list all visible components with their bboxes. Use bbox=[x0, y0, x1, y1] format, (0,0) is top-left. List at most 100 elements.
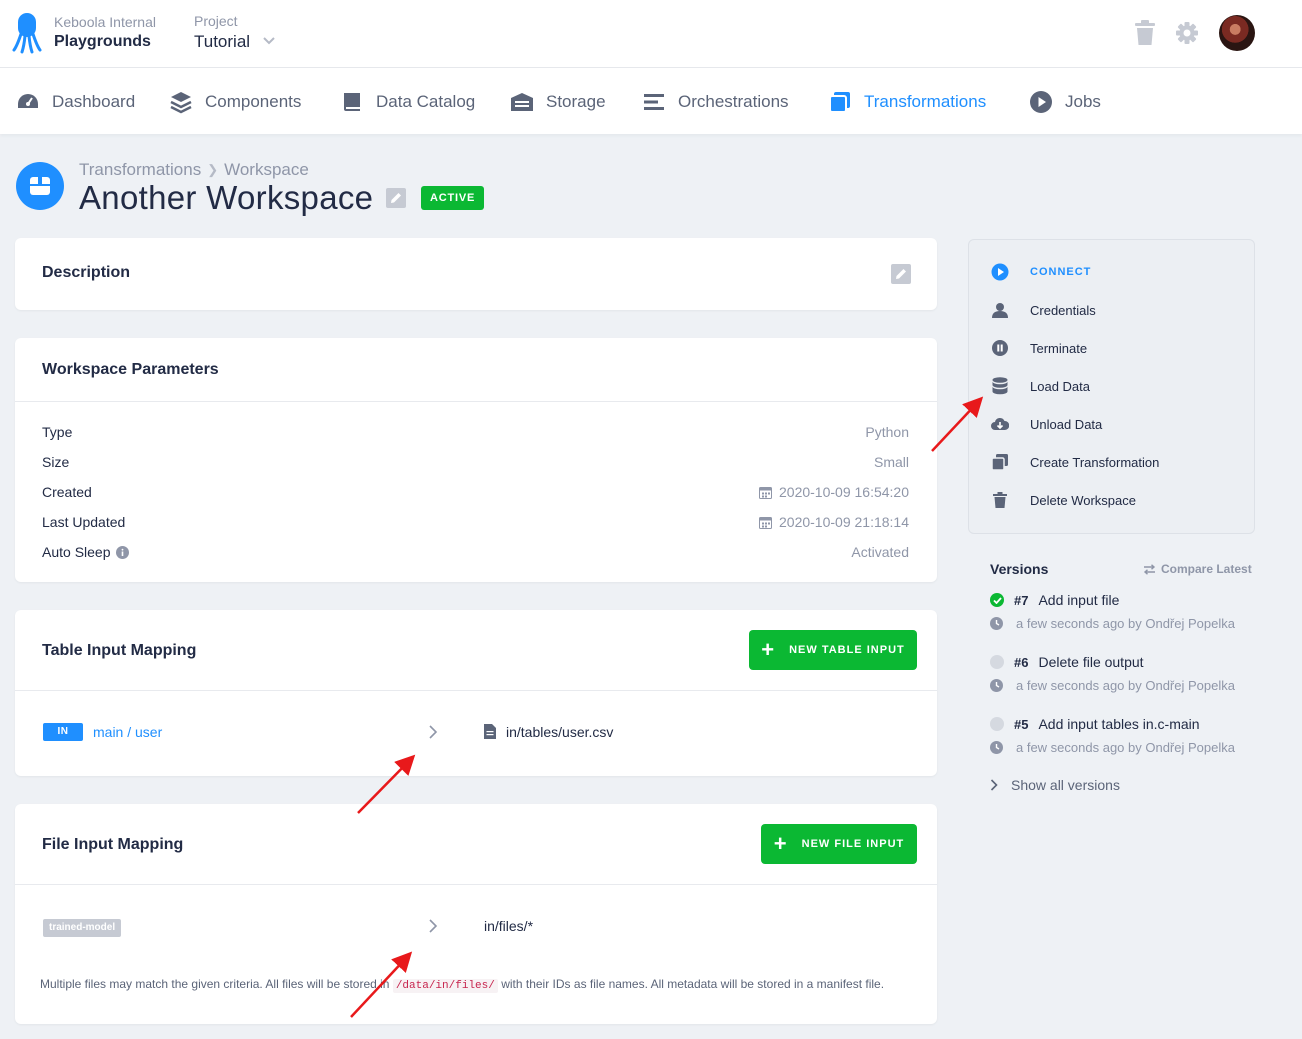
button-label: NEW TABLE INPUT bbox=[789, 644, 905, 656]
edit-icon[interactable] bbox=[891, 264, 911, 284]
cloud-download-icon bbox=[991, 415, 1009, 433]
load-data-button[interactable]: Load Data bbox=[991, 377, 1090, 395]
param-value-size: Small bbox=[874, 454, 909, 470]
project-name[interactable]: Tutorial bbox=[194, 32, 250, 52]
version-name: Add input file bbox=[1038, 592, 1120, 608]
help-text-part: Multiple files may match the given crite… bbox=[40, 977, 390, 991]
version-meta: a few seconds ago by Ondřej Popelka bbox=[990, 616, 1235, 631]
file-input-help-text: Multiple files may match the given crite… bbox=[40, 975, 900, 995]
workspace-icon bbox=[16, 162, 64, 210]
dashboard-icon bbox=[18, 94, 38, 108]
trash-icon[interactable] bbox=[1133, 20, 1157, 46]
organization-name[interactable]: Playgrounds bbox=[54, 33, 151, 51]
show-all-label: Show all versions bbox=[1011, 777, 1120, 793]
organization-label: Keboola Internal bbox=[54, 14, 156, 30]
transformations-icon bbox=[829, 92, 850, 113]
exchange-icon bbox=[1143, 563, 1156, 575]
compare-label: Compare Latest bbox=[1161, 562, 1252, 576]
version-row[interactable]: #5 Add input tables in.c-main bbox=[990, 716, 1200, 732]
info-icon[interactable] bbox=[115, 545, 129, 559]
version-row[interactable]: #6 Delete file output bbox=[990, 654, 1144, 670]
warehouse-icon bbox=[511, 93, 533, 111]
page-title: Another Workspace bbox=[79, 179, 374, 216]
breadcrumb: Transformations ❯ Workspace bbox=[79, 160, 309, 180]
connect-button[interactable]: CONNECT bbox=[991, 263, 1091, 281]
nav-item-label: Components bbox=[205, 92, 302, 111]
compare-latest-link[interactable]: Compare Latest bbox=[1143, 562, 1252, 576]
show-all-versions-link[interactable]: Show all versions bbox=[990, 777, 1120, 793]
table-input-title: Table Input Mapping bbox=[42, 642, 197, 659]
trash-icon bbox=[991, 491, 1009, 509]
nav-item-label: Storage bbox=[546, 92, 606, 111]
file-input-title: File Input Mapping bbox=[42, 836, 184, 853]
nav-item-label: Jobs bbox=[1065, 92, 1101, 111]
plus-icon: + bbox=[773, 831, 788, 856]
delete-workspace-button[interactable]: Delete Workspace bbox=[991, 491, 1136, 509]
nav-item-storage[interactable]: Storage bbox=[510, 90, 606, 114]
param-label-auto-sleep: Auto Sleep bbox=[42, 544, 129, 560]
parameters-title: Workspace Parameters bbox=[42, 361, 219, 378]
chevron-right-icon[interactable] bbox=[428, 919, 438, 933]
layers-icon bbox=[170, 92, 192, 114]
create-transformation-button[interactable]: Create Transformation bbox=[991, 453, 1159, 471]
version-row[interactable]: #7 Add input file bbox=[990, 592, 1119, 608]
file-input-mapping-card: File Input Mapping + NEW FILE INPUT Mult… bbox=[15, 804, 937, 1024]
workspace-parameters-card: Workspace Parameters Type Python Size Sm… bbox=[15, 338, 937, 582]
version-meta-text: a few seconds ago by Ondřej Popelka bbox=[1016, 678, 1235, 693]
param-value-text: Python bbox=[865, 424, 909, 440]
input-type-badge: IN bbox=[43, 723, 83, 741]
file-icon bbox=[484, 724, 496, 739]
param-value-text: Small bbox=[873, 454, 909, 470]
action-label: Unload Data bbox=[1030, 416, 1103, 432]
clock-icon bbox=[990, 679, 1003, 692]
version-meta: a few seconds ago by Ondřej Popelka bbox=[990, 678, 1235, 693]
nav-item-transformations[interactable]: Transformations bbox=[828, 90, 986, 114]
nav-item-jobs[interactable]: Jobs bbox=[1029, 90, 1101, 114]
credentials-button[interactable]: Credentials bbox=[991, 301, 1096, 319]
divider bbox=[15, 690, 937, 691]
clock-icon bbox=[990, 617, 1003, 630]
new-table-input-button[interactable]: + NEW TABLE INPUT bbox=[749, 630, 917, 670]
plus-icon: + bbox=[761, 637, 776, 662]
param-value-text: 2020-10-09 21:18:14 bbox=[779, 514, 909, 530]
action-label: Terminate bbox=[1030, 340, 1088, 356]
chevron-right-icon[interactable] bbox=[428, 725, 438, 739]
avatar[interactable] bbox=[1219, 15, 1255, 51]
param-value-last-updated: 2020-10-09 21:18:14 bbox=[759, 514, 909, 530]
nav-item-label: Dashboard bbox=[52, 92, 136, 111]
param-value-auto-sleep: Activated bbox=[851, 544, 909, 560]
edit-icon[interactable] bbox=[386, 188, 406, 208]
param-label-text: Auto Sleep bbox=[42, 544, 111, 560]
nav-item-dashboard[interactable]: Dashboard bbox=[16, 90, 135, 114]
main-nav: Dashboard Components Data Catalog Storag… bbox=[0, 68, 1302, 134]
new-file-input-button[interactable]: + NEW FILE INPUT bbox=[761, 824, 917, 864]
breadcrumb-workspace[interactable]: Workspace bbox=[224, 160, 309, 180]
version-number: #6 bbox=[1014, 654, 1029, 670]
play-circle-icon bbox=[991, 263, 1009, 281]
play-circle-icon bbox=[1030, 91, 1052, 113]
table-input-source-link[interactable]: main / user bbox=[93, 724, 162, 740]
param-label-created: Created bbox=[42, 484, 92, 500]
keboola-logo-icon[interactable] bbox=[12, 12, 42, 54]
check-circle-icon bbox=[990, 593, 1004, 607]
version-name: Add input tables in.c-main bbox=[1038, 716, 1200, 732]
database-icon bbox=[991, 377, 1009, 395]
version-number: #5 bbox=[1014, 716, 1029, 732]
breadcrumb-transformations[interactable]: Transformations bbox=[79, 160, 201, 180]
chevron-right-icon: ❯ bbox=[207, 162, 219, 177]
nav-item-orchestrations[interactable]: Orchestrations bbox=[642, 90, 789, 114]
chevron-down-icon[interactable] bbox=[262, 36, 276, 46]
gear-icon[interactable] bbox=[1175, 20, 1199, 46]
nav-item-data-catalog[interactable]: Data Catalog bbox=[340, 90, 475, 114]
terminate-button[interactable]: Terminate bbox=[991, 339, 1087, 357]
divider bbox=[15, 401, 937, 402]
nav-item-components[interactable]: Components bbox=[169, 90, 301, 114]
user-icon bbox=[991, 301, 1009, 319]
status-badge: ACTIVE bbox=[421, 186, 485, 210]
unload-data-button[interactable]: Unload Data bbox=[991, 415, 1102, 433]
button-label: NEW FILE INPUT bbox=[801, 838, 905, 850]
workspace-actions-panel: CONNECT Credentials Terminate Load Data … bbox=[968, 239, 1255, 534]
table-input-destination: in/tables/user.csv bbox=[506, 724, 614, 740]
clock-icon bbox=[990, 741, 1003, 754]
action-label: Create Transformation bbox=[1030, 454, 1160, 470]
